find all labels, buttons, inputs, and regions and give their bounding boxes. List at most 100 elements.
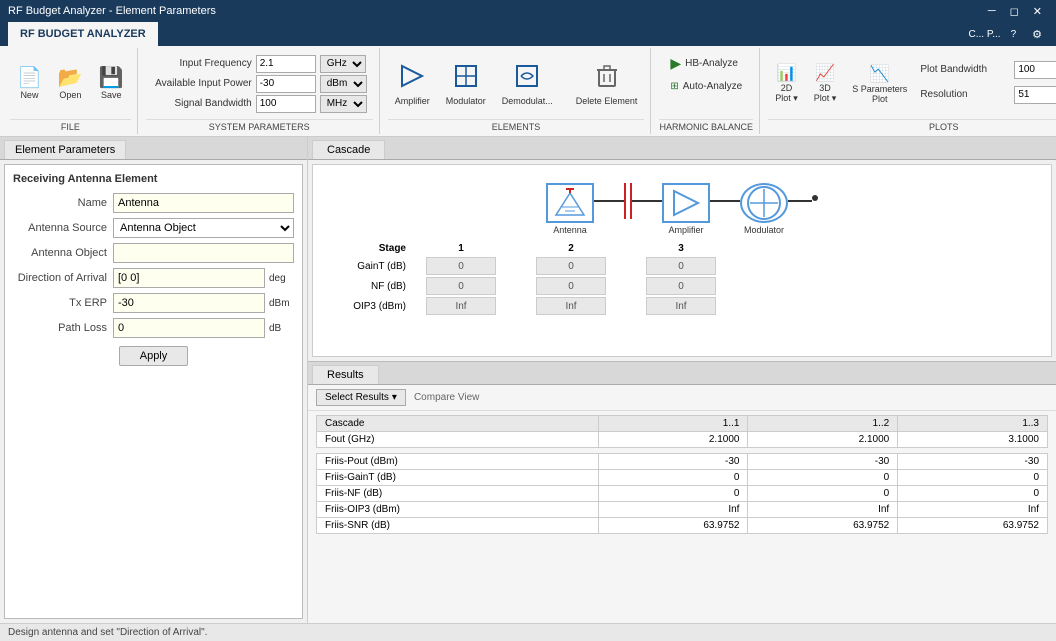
amplifier-element[interactable]: Amplifier (662, 183, 710, 235)
input-frequency-row: Input Frequency GHz (152, 55, 367, 73)
tx-erp-input[interactable] (113, 293, 265, 313)
open-button[interactable]: 📂 Open (51, 54, 90, 114)
pout-val-2: -30 (748, 453, 898, 469)
close-button[interactable]: ✕ (1027, 3, 1048, 19)
hb-buttons: ▶ HB-Analyze ⊞ Auto-Analyze (659, 48, 753, 99)
direction-unit: deg (269, 273, 294, 284)
ribbon-settings-button[interactable]: ⚙ (1026, 26, 1048, 42)
antenna-object-input[interactable] (113, 243, 294, 263)
auto-analyze-icon: ⊞ (670, 81, 678, 92)
amplifier-button[interactable]: Amplifier (388, 54, 437, 114)
nf-cells: 0 0 0 (426, 277, 716, 295)
results-tab[interactable]: Results (312, 365, 379, 384)
path-loss-input[interactable] (113, 318, 265, 338)
available-input-power-row: Available Input Power dBm (152, 75, 367, 93)
gaint-cell-3: 0 (646, 257, 716, 275)
bandwidth-input[interactable] (1014, 61, 1056, 79)
col-1-2: 1..2 (748, 415, 898, 431)
path-loss-row: Path Loss dB (13, 318, 294, 338)
bandwidth-label: Plot Bandwidth (920, 64, 1010, 75)
3d-plot-label: 3DPlot ▾ (814, 83, 837, 104)
window-controls: ─ ◻ ✕ (982, 3, 1048, 19)
select-results-label: Select Results (325, 392, 389, 403)
results-section: Results Select Results ▾ Compare View Ca… (308, 361, 1056, 623)
ribbon-right-area: C... P... ? ⚙ (969, 26, 1049, 42)
table-row-snr: Friis-SNR (dB) 63.9752 63.9752 63.9752 (317, 517, 1048, 533)
2d-plot-button[interactable]: 📊 2DPlot ▾ (768, 54, 805, 114)
path-loss-label: Path Loss (13, 322, 113, 334)
ribbon-group-hb: ▶ HB-Analyze ⊞ Auto-Analyze HARMONIC BAL… (653, 48, 760, 134)
left-panel: Element Parameters Receiving Antenna Ele… (0, 137, 308, 623)
save-button[interactable]: 💾 Save (92, 54, 131, 114)
ribbon-group-plots: 📊 2DPlot ▾ 📈 3DPlot ▾ 📉 S ParametersPlot… (762, 48, 1056, 134)
3d-plot-icon: 📈 (815, 63, 835, 83)
oip3-cell-3: Inf (646, 297, 716, 315)
ribbon-help-button[interactable]: ? (1005, 26, 1023, 42)
resolution-input[interactable] (1014, 86, 1056, 104)
stage-header-row: Stage 1 2 3 (329, 243, 1043, 254)
nf-label: NF (dB) (329, 281, 414, 292)
ribbon-group-file: 📄 New 📂 Open 💾 Save FILE (4, 48, 138, 134)
file-buttons: 📄 New 📂 Open 💾 Save (10, 48, 131, 119)
fout-val-3: 3.1000 (898, 431, 1048, 447)
2d-plot-icon: 📊 (777, 63, 797, 83)
file-group-label: FILE (10, 119, 131, 134)
antenna-object-row: Antenna Object (13, 243, 294, 263)
ribbon-content: 📄 New 📂 Open 💾 Save FILE Input Frequency (0, 46, 1056, 136)
available-input-power-unit[interactable]: dBm (320, 75, 367, 93)
stage-2-header: 2 (536, 243, 606, 254)
ribbon-tab-rf-budget[interactable]: RF BUDGET ANALYZER (8, 22, 158, 46)
gaint-row: GainT (dB) 0 0 0 (329, 257, 1043, 275)
cascade-tab[interactable]: Cascade (312, 140, 385, 159)
modulator-element[interactable]: Modulator (740, 183, 788, 235)
snr-friis-val-1: 63.9752 (598, 517, 748, 533)
ribbon: RF BUDGET ANALYZER C... P... ? ⚙ 📄 New 📂… (0, 22, 1056, 137)
pout-val-1: -30 (598, 453, 748, 469)
delete-element-button[interactable]: Delete Element (569, 54, 645, 114)
stage-table: Stage 1 2 3 GainT (dB) 0 0 (321, 243, 1043, 315)
antenna-source-label: Antenna Source (13, 222, 113, 234)
antenna-element[interactable]: Antenna (546, 183, 594, 235)
direction-row: Direction of Arrival deg (13, 268, 294, 288)
demodulator-icon (513, 62, 541, 94)
signal-bandwidth-input[interactable] (256, 95, 316, 113)
signal-bandwidth-unit[interactable]: MHz (320, 95, 367, 113)
input-frequency-unit[interactable]: GHz (320, 55, 366, 73)
antenna-source-select[interactable]: Antenna Object (113, 218, 294, 238)
table-row-pout: Friis-Pout (dBm) -30 -30 -30 (317, 453, 1048, 469)
gaint-label: GainT (dB) (329, 261, 414, 272)
fout-val-1: 2.1000 (598, 431, 748, 447)
fout-val-2: 2.1000 (748, 431, 898, 447)
auto-analyze-button[interactable]: ⊞ Auto-Analyze (665, 78, 747, 95)
element-params-tab[interactable]: Element Parameters (4, 140, 126, 159)
tx-erp-unit: dBm (269, 298, 294, 309)
gaint-cell-1: 0 (426, 257, 496, 275)
results-table-area: Cascade 1..1 1..2 1..3 Fout (GHz) 2.1000… (308, 411, 1056, 623)
line-1 (594, 200, 624, 202)
element-params-tab-bar: Element Parameters (0, 137, 307, 160)
new-button[interactable]: 📄 New (10, 54, 49, 114)
system-params-fields: Input Frequency GHz Available Input Powe… (146, 48, 373, 119)
demodulator-button[interactable]: Demodulat... (495, 54, 560, 114)
plots-buttons-row: 📊 2DPlot ▾ 📈 3DPlot ▾ 📉 S ParametersPlot… (768, 48, 1056, 119)
input-frequency-input[interactable] (256, 55, 316, 73)
s-parameters-plot-button[interactable]: 📉 S ParametersPlot (845, 54, 914, 114)
nf-cell-3: 0 (646, 277, 716, 295)
name-input[interactable] (113, 193, 294, 213)
available-input-power-input[interactable] (256, 75, 316, 93)
elements-group-label: ELEMENTS (388, 119, 645, 134)
apply-button[interactable]: Apply (119, 346, 189, 366)
table-row-gaint: Friis-GainT (dB) 0 0 0 (317, 469, 1048, 485)
cascade-tab-bar: Cascade (308, 137, 1056, 160)
minimize-button[interactable]: ─ (982, 3, 1002, 19)
oip3-friis-val-1: Inf (598, 501, 748, 517)
select-results-button[interactable]: Select Results ▾ (316, 389, 406, 406)
status-text: Design antenna and set "Direction of Arr… (8, 627, 207, 638)
restore-button[interactable]: ◻ (1004, 3, 1025, 19)
modulator-button[interactable]: Modulator (439, 54, 493, 114)
3d-plot-button[interactable]: 📈 3DPlot ▾ (807, 54, 844, 114)
hb-analyze-button[interactable]: ▶ HB-Analyze (665, 52, 747, 75)
ribbon-top: RF BUDGET ANALYZER C... P... ? ⚙ (0, 22, 1056, 46)
direction-input[interactable] (113, 268, 265, 288)
status-bar: Design antenna and set "Direction of Arr… (0, 623, 1056, 641)
